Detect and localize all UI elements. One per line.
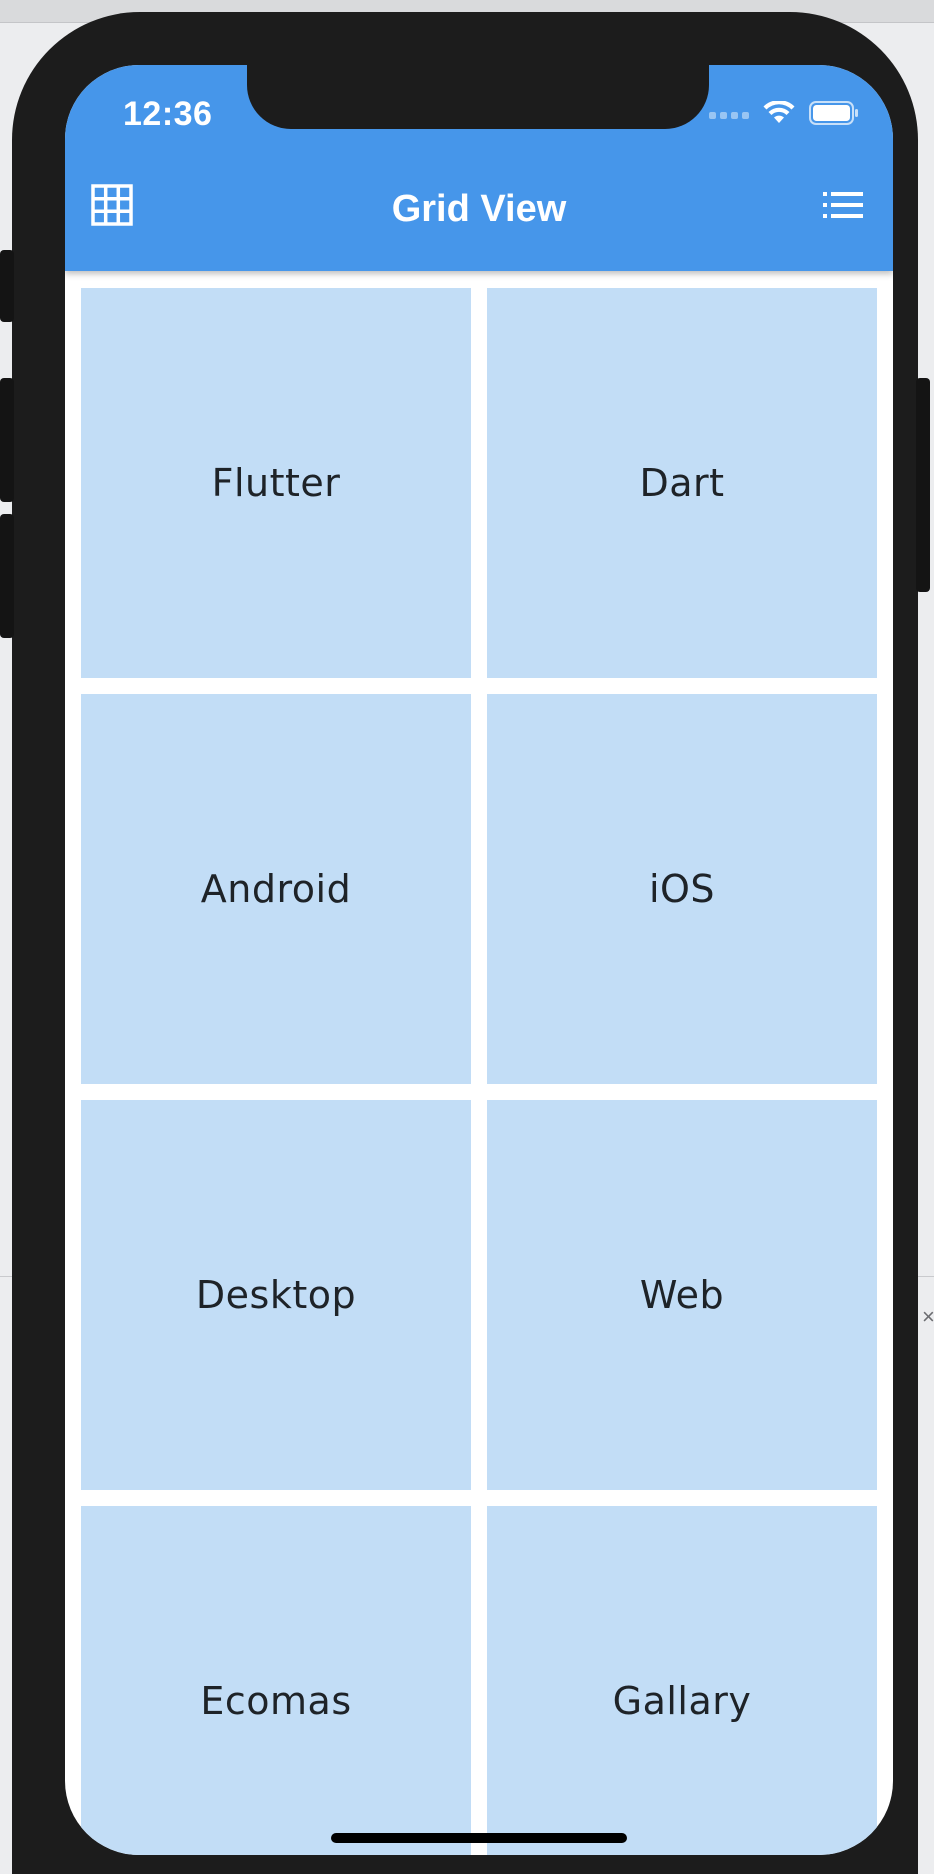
volume-up-button (0, 378, 14, 502)
phone-screen: 12:36 Grid View Flutter Dart Android iOS… (65, 65, 893, 1855)
status-time: 12:36 (123, 95, 213, 133)
grid-tile[interactable]: Flutter (81, 288, 471, 678)
grid-tile[interactable]: Gallary (487, 1506, 877, 1855)
volume-down-button (0, 514, 14, 638)
app-bar: 12:36 Grid View (65, 65, 893, 271)
list-icon (823, 191, 863, 224)
tile-label: Web (639, 1273, 725, 1317)
grid-tile[interactable]: Web (487, 1100, 877, 1490)
grid-tile[interactable]: Ecomas (81, 1506, 471, 1855)
wifi-icon (763, 100, 795, 130)
list-view-button[interactable] (819, 183, 867, 231)
tile-label: Android (200, 867, 352, 911)
tile-label: Dart (639, 461, 725, 505)
signal-icon (709, 112, 749, 119)
mute-switch (0, 250, 14, 322)
grid-tile[interactable]: Android (81, 694, 471, 1084)
grid-view: Flutter Dart Android iOS Desktop Web Eco… (81, 288, 877, 1855)
grid-tile[interactable]: iOS (487, 694, 877, 1084)
device-notch (247, 65, 709, 129)
tile-label: Ecomas (200, 1679, 352, 1723)
home-indicator[interactable] (331, 1833, 627, 1843)
tile-label: Flutter (211, 461, 341, 505)
battery-icon (809, 101, 859, 130)
status-icons (709, 100, 859, 130)
page-title: Grid View (391, 188, 567, 230)
tile-label: Gallary (612, 1679, 752, 1723)
power-button (916, 378, 930, 592)
grid-tile[interactable]: Desktop (81, 1100, 471, 1490)
tile-label: Desktop (195, 1273, 357, 1317)
phone-frame: 12:36 Grid View Flutter Dart Android iOS… (0, 12, 930, 1874)
close-icon[interactable]: × (922, 1306, 934, 1328)
grid-tile[interactable]: Dart (487, 288, 877, 678)
tile-label: iOS (648, 867, 716, 911)
